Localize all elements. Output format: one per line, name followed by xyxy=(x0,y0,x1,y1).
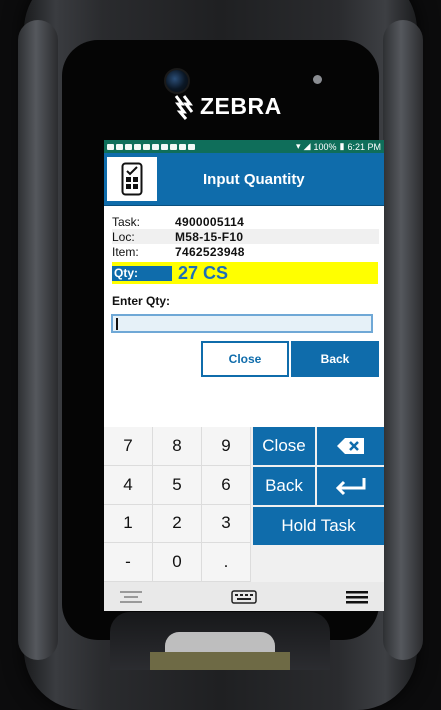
enter-key[interactable] xyxy=(317,467,384,505)
detail-label: Loc: xyxy=(112,229,135,244)
qty-row: Qty: 27 CS xyxy=(112,262,378,284)
key-1[interactable]: 1 xyxy=(104,504,153,544)
device-screen: ▾ ◢ 100% ▮ 6:21 PM Input Quantity Task: … xyxy=(104,140,384,611)
key-8[interactable]: 8 xyxy=(153,427,202,466)
detail-label: Task: xyxy=(112,214,141,229)
menu-lines-icon[interactable] xyxy=(120,590,142,604)
backspace-icon xyxy=(336,438,364,454)
detail-value: 4900005114 xyxy=(175,214,245,229)
backspace-key[interactable] xyxy=(317,427,384,465)
number-keys: 7 8 9 4 5 6 1 2 3 - 0 . xyxy=(104,427,251,582)
qty-input[interactable] xyxy=(111,314,373,333)
notification-icon xyxy=(170,143,177,150)
brand-name: ZEBRA xyxy=(200,93,282,119)
app-icon-box xyxy=(107,157,157,201)
notification-icon xyxy=(143,143,150,150)
notification-icon xyxy=(179,143,186,150)
keypad-back-button[interactable]: Back xyxy=(253,467,315,505)
notification-icon xyxy=(107,143,114,150)
action-keys: Close Back Hold Task xyxy=(253,427,384,582)
battery-percent: 100% xyxy=(313,141,337,152)
camera-lens xyxy=(164,68,190,94)
detail-row-loc: Loc: M58-15-F10 xyxy=(112,229,379,244)
task-details: Task: 4900005114 Loc: M58-15-F10 Item: 7… xyxy=(104,206,384,284)
keypad-close-button[interactable]: Close xyxy=(253,427,315,465)
hamburger-menu-icon[interactable] xyxy=(346,590,368,604)
key-6[interactable]: 6 xyxy=(202,465,251,505)
notification-icon xyxy=(125,143,132,150)
enter-icon xyxy=(335,478,365,496)
hold-task-button[interactable]: Hold Task xyxy=(253,507,384,545)
action-buttons: Close Back xyxy=(201,341,384,377)
key-minus[interactable]: - xyxy=(104,543,153,582)
zebra-logo: ZEBRA xyxy=(172,93,282,120)
signal-icon: ◢ xyxy=(303,141,311,151)
mobile-checklist-icon xyxy=(121,162,143,196)
key-dot[interactable]: . xyxy=(202,543,251,582)
key-2[interactable]: 2 xyxy=(153,504,202,544)
back-button[interactable]: Back xyxy=(291,341,379,377)
enter-qty-label: Enter Qty: xyxy=(112,294,171,308)
notification-icon xyxy=(152,143,159,150)
status-right: ▾ ◢ 100% ▮ 6:21 PM xyxy=(296,141,381,152)
detail-value: 7462523948 xyxy=(175,244,245,259)
key-3[interactable]: 3 xyxy=(202,504,251,544)
qty-label: Qty: xyxy=(112,265,172,281)
notification-icon xyxy=(116,143,123,150)
status-bar: ▾ ◢ 100% ▮ 6:21 PM xyxy=(104,140,384,153)
notification-icon xyxy=(188,143,195,150)
detail-label: Item: xyxy=(112,244,139,259)
app-header: Input Quantity xyxy=(104,153,384,206)
bottom-nav-bar xyxy=(104,582,384,611)
qty-value: 27 CS xyxy=(178,262,229,283)
device-base xyxy=(150,652,290,670)
key-4[interactable]: 4 xyxy=(104,465,153,505)
keyboard-icon[interactable] xyxy=(231,589,257,604)
left-bumper xyxy=(18,20,58,660)
notification-icon xyxy=(134,143,141,150)
key-9[interactable]: 9 xyxy=(202,427,251,466)
proximity-sensor xyxy=(313,75,322,84)
detail-row-item: Item: 7462523948 xyxy=(112,244,379,259)
detail-value: M58-15-F10 xyxy=(175,229,244,244)
numeric-keypad: 7 8 9 4 5 6 1 2 3 - 0 . Close Back Hold … xyxy=(104,427,384,582)
key-7[interactable]: 7 xyxy=(104,427,153,466)
right-bumper xyxy=(383,20,423,660)
close-button[interactable]: Close xyxy=(201,341,289,377)
notification-icons xyxy=(107,143,195,150)
key-5[interactable]: 5 xyxy=(153,465,202,505)
wifi-icon: ▾ xyxy=(296,141,301,151)
detail-row-task: Task: 4900005114 xyxy=(112,214,379,229)
page-title: Input Quantity xyxy=(203,170,305,188)
battery-icon: ▮ xyxy=(339,141,345,151)
clock: 6:21 PM xyxy=(347,141,381,152)
text-cursor xyxy=(116,318,118,330)
key-0[interactable]: 0 xyxy=(153,543,202,582)
zebra-head-icon xyxy=(174,94,194,120)
notification-icon xyxy=(161,143,168,150)
